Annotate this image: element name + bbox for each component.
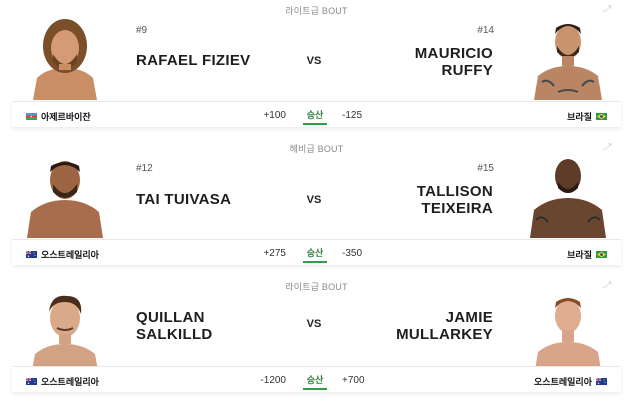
red-fighter-rank: #12 (136, 163, 153, 174)
country-name: 브라질 (567, 250, 592, 260)
name-line: RAFAEL FIZIEV (136, 52, 251, 69)
fight-card[interactable]: 라이트급 BOUT ⤢ QUILLAN SALKILLD VS JAMIE MU… (0, 276, 633, 401)
brazil-flag-icon (596, 251, 607, 258)
fighter-photo-tallison-teixeira (528, 150, 608, 238)
red-fighter-country: 아제르바이잔 (26, 110, 91, 123)
brazil-flag-icon (596, 113, 607, 120)
australia-flag-icon (26, 378, 37, 385)
name-line: QUILLAN (136, 309, 205, 326)
australia-flag-icon (26, 251, 37, 258)
name-line: TAI TUIVASA (136, 191, 232, 208)
red-fighter-odds: +100 (263, 110, 286, 121)
blue-fighter-odds: -125 (342, 110, 363, 121)
fight-card[interactable]: 라이트급 BOUT ⤢ #9 RAFAEL FIZIEV VS #14 MAUR… (0, 0, 633, 129)
red-corner-fighter-photo[interactable] (25, 12, 105, 100)
red-fighter-rank: #9 (136, 25, 148, 36)
fighter-photo-quillan-salkilld (25, 288, 105, 376)
red-fighter-odds: -1200 (260, 375, 286, 386)
odds-bar: 아제르바이잔 +100 승산 -125 브라질 (12, 101, 621, 127)
blue-fighter-name[interactable]: TALLISON TEIXEIRA (417, 183, 493, 217)
red-fighter-name[interactable]: QUILLAN SALKILLD (136, 309, 213, 343)
blue-fighter-odds: +700 (342, 375, 365, 386)
name-line: MAURICIO (414, 45, 493, 62)
name-line: TALLISON (416, 183, 493, 200)
blue-corner-fighter-photo[interactable] (528, 288, 608, 376)
name-line: TEIXEIRA (421, 200, 493, 217)
red-fighter-name[interactable]: RAFAEL FIZIEV (136, 52, 250, 69)
country-name: 오스트레일리아 (534, 377, 592, 387)
vs-label: VS (306, 55, 322, 67)
country-name: 오스트레일리아 (41, 250, 99, 260)
blue-fighter-name[interactable]: JAMIE MULLARKEY (396, 309, 493, 343)
red-fighter-country: 오스트레일리아 (26, 375, 99, 388)
australia-flag-icon (596, 378, 607, 385)
fighter-photo-jamie-mullarkey (528, 288, 608, 376)
blue-fighter-country: 오스트레일리아 (534, 375, 607, 388)
red-corner-fighter-photo[interactable] (25, 150, 105, 238)
fighter-photo-rafael-fiziev (25, 12, 105, 100)
red-fighter-name[interactable]: TAI TUIVASA (136, 191, 231, 208)
red-fighter-country: 오스트레일리아 (26, 248, 99, 261)
fight-card-list: 라이트급 BOUT ⤢ #9 RAFAEL FIZIEV VS #14 MAUR… (0, 0, 633, 401)
blue-fighter-country: 브라질 (567, 110, 607, 123)
red-corner-fighter-photo[interactable] (25, 288, 105, 376)
fighter-photo-mauricio-ruffy (528, 12, 608, 100)
win-odds-label[interactable]: 승산 (303, 246, 327, 263)
odds-bar: 오스트레일리아 -1200 승산 +700 오스트레일리아 (12, 366, 621, 392)
blue-fighter-name[interactable]: MAURICIO RUFFY (415, 45, 493, 79)
name-line: SALKILLD (136, 326, 213, 343)
blue-fighter-odds: -350 (342, 248, 363, 259)
fighter-photo-tai-tuivasa (25, 150, 105, 238)
win-odds-label[interactable]: 승산 (303, 373, 327, 390)
vs-label: VS (306, 194, 322, 206)
blue-corner-fighter-photo[interactable] (528, 150, 608, 238)
country-name: 오스트레일리아 (41, 377, 99, 387)
blue-fighter-country: 브라질 (567, 248, 607, 261)
azerbaijan-flag-icon (26, 113, 37, 120)
win-odds-label[interactable]: 승산 (303, 108, 327, 125)
red-fighter-odds: +275 (263, 248, 286, 259)
fight-card[interactable]: 헤비급 BOUT ⤢ #12 TAI TUIVASA VS #15 TALLIS… (0, 138, 633, 268)
vs-label: VS (306, 318, 322, 330)
name-line: JAMIE (445, 309, 493, 326)
country-name: 아제르바이잔 (41, 112, 91, 122)
name-line: RUFFY (441, 62, 493, 79)
country-name: 브라질 (567, 112, 592, 122)
blue-fighter-rank: #15 (477, 163, 494, 174)
blue-corner-fighter-photo[interactable] (528, 12, 608, 100)
blue-fighter-rank: #14 (477, 25, 494, 36)
odds-bar: 오스트레일리아 +275 승산 -350 브라질 (12, 239, 621, 265)
name-line: MULLARKEY (396, 326, 493, 343)
